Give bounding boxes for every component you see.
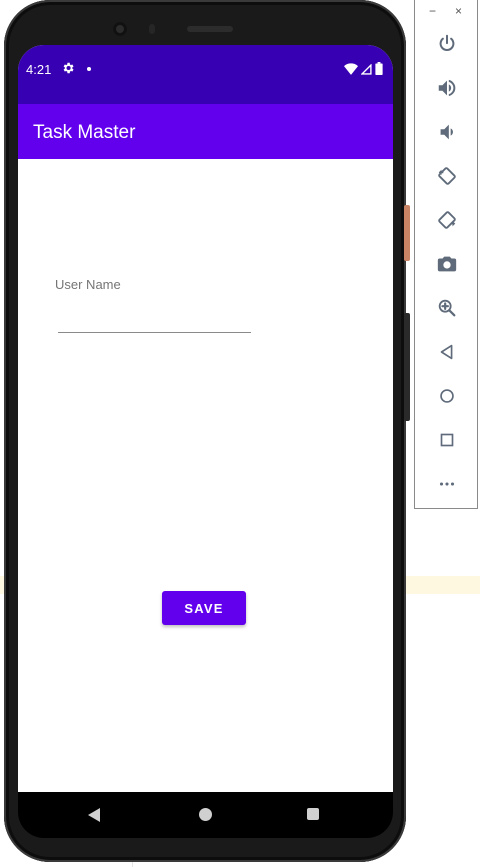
front-camera [113,22,127,36]
status-time: 4:21 [26,62,52,77]
nav-home-icon[interactable] [199,808,212,821]
camera-icon[interactable] [432,249,462,279]
background-strip [405,576,480,594]
status-bar: 4:21 [18,45,393,104]
more-icon[interactable] [432,469,462,499]
minimize-button[interactable]: − [429,4,436,18]
home-icon[interactable] [432,381,462,411]
cell-signal-icon [360,62,372,80]
volume-up-icon[interactable] [432,73,462,103]
overview-icon[interactable] [432,425,462,455]
nav-back-icon[interactable] [88,808,100,822]
rotate-right-icon[interactable] [432,205,462,235]
settings-notification-icon [61,61,75,77]
back-icon[interactable] [432,337,462,367]
navigation-bar [18,792,393,838]
close-button[interactable]: × [455,4,462,18]
app-bar: Task Master [18,104,393,159]
user-name-label: User Name [55,277,121,292]
notification-dot-icon [87,67,91,71]
earpiece-speaker [187,26,233,32]
proximity-sensor [149,24,155,34]
zoom-icon[interactable] [432,293,462,323]
emulator-toolbar: − × [414,0,478,509]
user-name-input[interactable] [58,304,251,333]
volume-down-icon[interactable] [432,117,462,147]
wifi-icon [344,62,358,80]
power-icon[interactable] [432,29,462,59]
battery-icon [375,62,383,80]
volume-side-button[interactable] [404,313,410,421]
save-button[interactable]: SAVE [162,591,246,625]
device-screen: 4:21 Task Master User Name SAVE [18,45,393,792]
main-content: User Name SAVE [18,159,393,792]
rotate-left-icon[interactable] [432,161,462,191]
power-side-button[interactable] [404,205,410,261]
app-title: Task Master [33,122,136,143]
nav-recents-icon[interactable] [307,808,319,820]
status-icons [344,62,383,80]
